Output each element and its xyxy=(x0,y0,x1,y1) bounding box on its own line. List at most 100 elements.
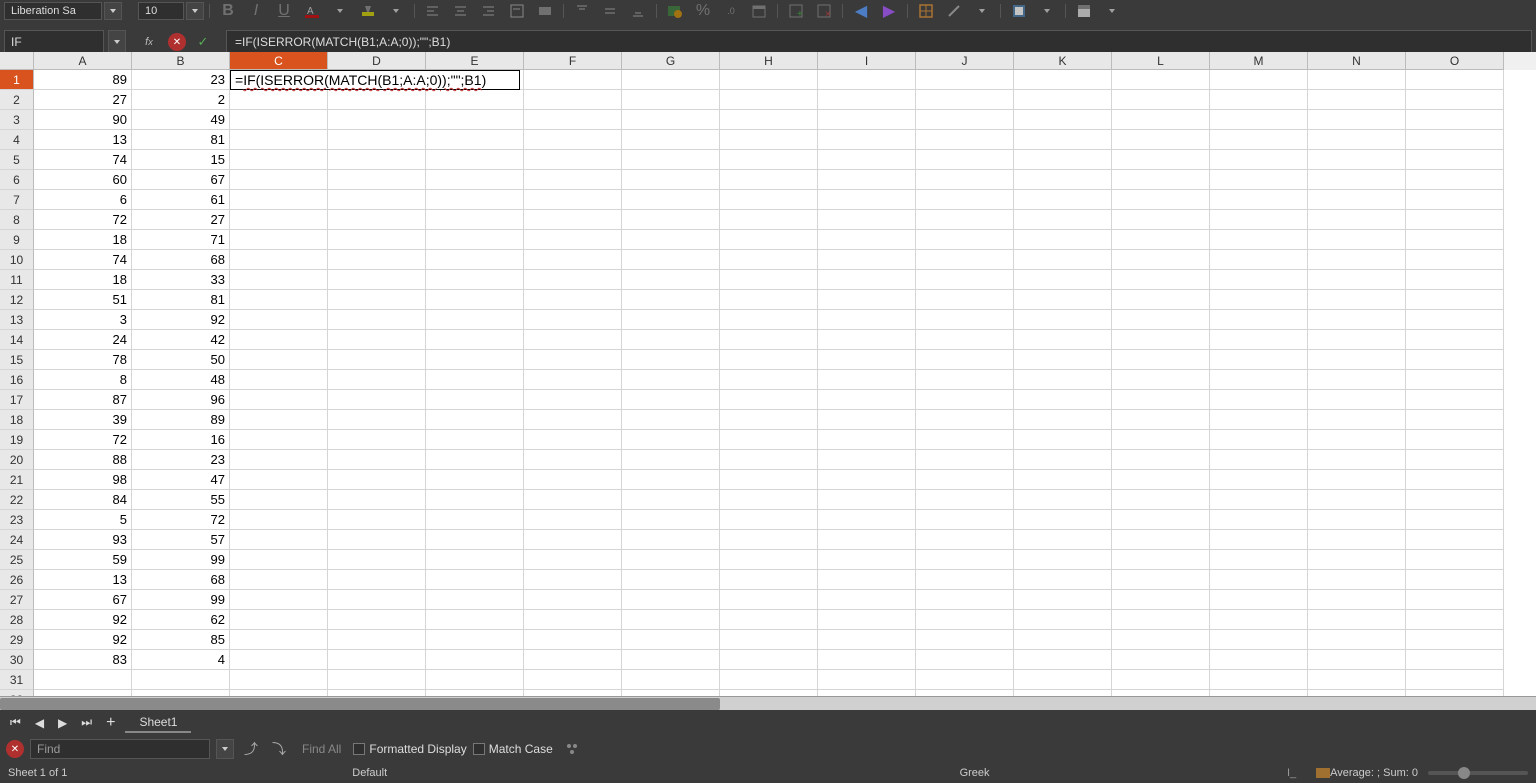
cell[interactable] xyxy=(818,630,916,650)
cell[interactable] xyxy=(1112,550,1210,570)
cell[interactable] xyxy=(524,610,622,630)
cell[interactable] xyxy=(720,150,818,170)
cell[interactable] xyxy=(524,270,622,290)
cell[interactable] xyxy=(132,670,230,690)
cell[interactable] xyxy=(328,290,426,310)
cell[interactable] xyxy=(1112,170,1210,190)
cell[interactable] xyxy=(622,190,720,210)
cell[interactable] xyxy=(1308,530,1406,550)
cell[interactable] xyxy=(622,610,720,630)
cell[interactable] xyxy=(426,350,524,370)
cell[interactable]: 42 xyxy=(132,330,230,350)
cell[interactable] xyxy=(524,430,622,450)
cell[interactable] xyxy=(328,430,426,450)
cell[interactable] xyxy=(1014,430,1112,450)
cell[interactable] xyxy=(1308,370,1406,390)
cell[interactable] xyxy=(1014,450,1112,470)
cell[interactable] xyxy=(1014,110,1112,130)
cell[interactable] xyxy=(1014,510,1112,530)
cell[interactable]: 99 xyxy=(132,550,230,570)
cell[interactable] xyxy=(916,490,1014,510)
cell[interactable] xyxy=(622,470,720,490)
cell[interactable] xyxy=(328,250,426,270)
cell[interactable] xyxy=(1210,510,1308,530)
cell[interactable]: 96 xyxy=(132,390,230,410)
font-size-input[interactable]: 10 xyxy=(138,2,184,20)
cell[interactable] xyxy=(524,290,622,310)
cell[interactable] xyxy=(622,490,720,510)
cell[interactable] xyxy=(1406,110,1504,130)
cell[interactable]: 48 xyxy=(132,370,230,390)
cell[interactable] xyxy=(1308,250,1406,270)
cell[interactable] xyxy=(524,190,622,210)
cell[interactable] xyxy=(720,130,818,150)
cell[interactable] xyxy=(818,590,916,610)
cell[interactable] xyxy=(1112,490,1210,510)
cell[interactable]: 74 xyxy=(34,250,132,270)
cell[interactable] xyxy=(720,70,818,90)
column-header[interactable]: B xyxy=(132,52,230,70)
cell[interactable] xyxy=(622,670,720,690)
cell[interactable] xyxy=(1308,670,1406,690)
row-header[interactable]: 25 xyxy=(0,550,34,570)
cell[interactable] xyxy=(818,450,916,470)
cell[interactable] xyxy=(328,650,426,670)
cell[interactable] xyxy=(1014,130,1112,150)
cell[interactable] xyxy=(1210,170,1308,190)
cell[interactable] xyxy=(426,530,524,550)
cell[interactable] xyxy=(1210,250,1308,270)
cell[interactable]: 23 xyxy=(132,70,230,90)
cell[interactable] xyxy=(622,510,720,530)
cell[interactable] xyxy=(916,550,1014,570)
cell[interactable]: 68 xyxy=(132,250,230,270)
close-find-icon[interactable]: ✕ xyxy=(6,740,24,758)
cell[interactable] xyxy=(1210,130,1308,150)
cell[interactable] xyxy=(1210,290,1308,310)
cell[interactable] xyxy=(916,450,1014,470)
cell[interactable] xyxy=(916,430,1014,450)
cell[interactable] xyxy=(1308,470,1406,490)
cell[interactable] xyxy=(1406,410,1504,430)
cell[interactable]: 84 xyxy=(34,490,132,510)
cell[interactable] xyxy=(426,670,524,690)
cell[interactable] xyxy=(1406,510,1504,530)
cell[interactable] xyxy=(1112,190,1210,210)
cell[interactable] xyxy=(328,390,426,410)
cell[interactable] xyxy=(622,550,720,570)
dropdown-icon[interactable] xyxy=(386,1,406,21)
cell[interactable] xyxy=(1112,370,1210,390)
cell[interactable] xyxy=(230,250,328,270)
cell[interactable] xyxy=(1210,370,1308,390)
cell[interactable] xyxy=(1014,550,1112,570)
cell[interactable] xyxy=(720,310,818,330)
cell[interactable] xyxy=(1308,170,1406,190)
cell[interactable]: 8 xyxy=(34,370,132,390)
cell[interactable] xyxy=(916,570,1014,590)
cell[interactable] xyxy=(720,90,818,110)
cell[interactable] xyxy=(230,90,328,110)
cell[interactable] xyxy=(1014,370,1112,390)
row-header[interactable]: 29 xyxy=(0,630,34,650)
cell[interactable] xyxy=(1308,630,1406,650)
cell[interactable] xyxy=(1210,230,1308,250)
cell[interactable] xyxy=(818,490,916,510)
find-input[interactable]: Find xyxy=(30,739,210,759)
cell[interactable] xyxy=(230,130,328,150)
cell[interactable] xyxy=(622,630,720,650)
cell[interactable] xyxy=(916,670,1014,690)
cell[interactable] xyxy=(720,410,818,430)
autofilter-icon[interactable] xyxy=(1009,1,1029,21)
cell[interactable] xyxy=(1308,330,1406,350)
cell[interactable] xyxy=(426,290,524,310)
cell[interactable] xyxy=(524,490,622,510)
cell[interactable]: 89 xyxy=(132,410,230,430)
cell[interactable] xyxy=(524,230,622,250)
cell[interactable] xyxy=(1406,470,1504,490)
cell[interactable] xyxy=(1112,570,1210,590)
cell[interactable] xyxy=(34,670,132,690)
italic-icon[interactable]: I xyxy=(246,1,266,21)
cell[interactable] xyxy=(1014,630,1112,650)
cell[interactable] xyxy=(426,330,524,350)
cell[interactable] xyxy=(916,370,1014,390)
cell[interactable] xyxy=(230,630,328,650)
